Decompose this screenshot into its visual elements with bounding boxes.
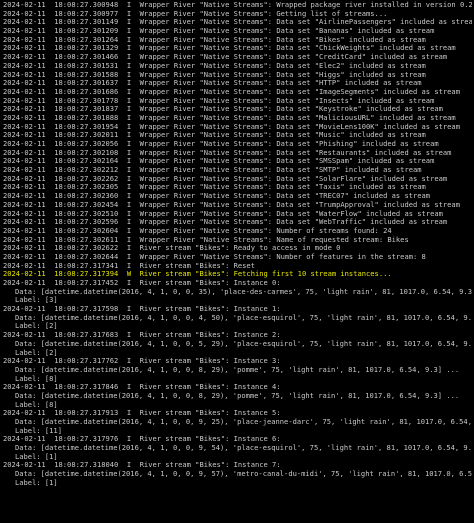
- log-line-info: 2024-02-11 18:08:27.302262 I Wrapper Riv…: [3, 174, 448, 183]
- log-line-info: 2024-02-11 18:08:27.302305 I Wrapper Riv…: [3, 183, 426, 192]
- log-line-info: 2024-02-11 18:08:27.300948 I Wrapper Riv…: [3, 1, 472, 9]
- log-line-info: 2024-02-11 18:08:27.317683 I River strea…: [3, 331, 281, 340]
- log-line-detail: Data: [datetime.datetime(2016, 4, 1, 0, …: [15, 287, 472, 296]
- log-line-info: 2024-02-11 18:08:27.301264 I Wrapper Riv…: [3, 35, 426, 44]
- log-line-detail: Label: [8]: [15, 374, 58, 383]
- log-line-detail: Data: [datetime.datetime(2016, 4, 1, 0, …: [15, 418, 472, 426]
- log-line-info: 2024-02-11 18:08:27.302212 I Wrapper Riv…: [3, 166, 422, 175]
- log-line-detail: Label: [8]: [15, 400, 58, 409]
- log-line-info: 2024-02-11 18:08:27.301329 I Wrapper Riv…: [3, 44, 456, 53]
- log-line-detail: Data: [datetime.datetime(2016, 4, 1, 0, …: [15, 444, 472, 453]
- log-line-info: 2024-02-11 18:08:27.317762 I River strea…: [3, 357, 281, 366]
- log-line-info: 2024-02-11 18:08:27.301778 I Wrapper Riv…: [3, 96, 435, 105]
- log-line-info: 2024-02-11 18:08:27.302644 I Wrapper Riv…: [3, 252, 426, 261]
- log-line-detail: Label: [1]: [15, 478, 58, 487]
- log-line-info: 2024-02-11 18:08:27.317976 I River strea…: [3, 435, 281, 444]
- log-line-detail: Label: [11]: [15, 426, 62, 435]
- log-line-warning: 2024-02-11 18:08:27.317394 W River strea…: [3, 270, 392, 279]
- log-line-info: 2024-02-11 18:08:27.317598 I River strea…: [3, 305, 281, 314]
- log-line-info: 2024-02-11 18:08:27.302510 I Wrapper Riv…: [3, 209, 443, 218]
- log-line-info: 2024-02-11 18:08:27.301888 I Wrapper Riv…: [3, 113, 456, 122]
- log-line-info: 2024-02-11 18:08:27.317452 I River strea…: [3, 279, 281, 287]
- log-line-detail: Data: [datetime.datetime(2016, 4, 1, 0, …: [15, 391, 460, 400]
- log-line-detail: Data: [datetime.datetime(2016, 4, 1, 0, …: [15, 313, 472, 322]
- log-line-info: 2024-02-11 18:08:27.302596 I Wrapper Riv…: [3, 218, 448, 227]
- log-line-info: 2024-02-11 18:08:27.302011 I Wrapper Riv…: [3, 131, 426, 140]
- log-line-detail: Data: [datetime.datetime(2016, 4, 1, 0, …: [15, 365, 460, 374]
- log-line-info: 2024-02-11 18:08:27.301209 I Wrapper Riv…: [3, 27, 435, 36]
- log-line-info: 2024-02-11 18:08:27.302360 I Wrapper Riv…: [3, 192, 431, 201]
- log-line-info: 2024-02-11 18:08:27.302611 I Wrapper Riv…: [3, 235, 409, 244]
- log-line-info: 2024-02-11 18:08:27.302454 I Wrapper Riv…: [3, 200, 460, 209]
- log-line-info: 2024-02-11 18:08:27.302108 I Wrapper Riv…: [3, 148, 452, 157]
- log-line-info: 2024-02-11 18:08:27.301686 I Wrapper Riv…: [3, 87, 460, 96]
- log-line-info: 2024-02-11 18:08:27.317341 I River strea…: [3, 261, 255, 270]
- log-line-detail: Label: [2]: [15, 322, 58, 331]
- log-line-info: 2024-02-11 18:08:27.301531 I Wrapper Riv…: [3, 61, 426, 70]
- log-line-info: 2024-02-11 18:08:27.301637 I Wrapper Riv…: [3, 79, 422, 88]
- log-line-info: 2024-02-11 18:08:27.302164 I Wrapper Riv…: [3, 157, 435, 166]
- log-line-info: 2024-02-11 18:08:27.301588 I Wrapper Riv…: [3, 70, 426, 79]
- log-line-detail: Label: [1]: [15, 452, 58, 461]
- log-line-detail: Data: [datetime.datetime(2016, 4, 1, 0, …: [15, 470, 472, 479]
- log-line-detail: Label: [2]: [15, 348, 58, 357]
- log-line-info: 2024-02-11 18:08:27.318040 I River strea…: [3, 461, 281, 470]
- log-line-info: 2024-02-11 18:08:27.317846 I River strea…: [3, 383, 281, 392]
- log-line-info: 2024-02-11 18:08:27.302604 I Wrapper Riv…: [3, 226, 392, 235]
- terminal-output: 2024-02-11 18:08:27.300948 I Wrapper Riv…: [0, 0, 474, 523]
- log-line-info: 2024-02-11 18:08:27.317913 I River strea…: [3, 409, 281, 418]
- log-line-info: 2024-02-11 18:08:27.302056 I Wrapper Riv…: [3, 140, 439, 148]
- log-line-info: 2024-02-11 18:08:27.302622 I River strea…: [3, 244, 341, 253]
- log-line-detail: Label: [3]: [15, 296, 58, 305]
- log-line-detail: Data: [datetime.datetime(2016, 4, 1, 0, …: [15, 339, 472, 348]
- log-line-info: 2024-02-11 18:08:27.301837 I Wrapper Riv…: [3, 105, 443, 114]
- log-line-info: 2024-02-11 18:08:27.301466 I Wrapper Riv…: [3, 53, 448, 62]
- log-line-info: 2024-02-11 18:08:27.301149 I Wrapper Riv…: [3, 18, 472, 27]
- log-line-info: 2024-02-11 18:08:27.300977 I Wrapper Riv…: [3, 9, 388, 18]
- log-line-info: 2024-02-11 18:08:27.301954 I Wrapper Riv…: [3, 122, 460, 131]
